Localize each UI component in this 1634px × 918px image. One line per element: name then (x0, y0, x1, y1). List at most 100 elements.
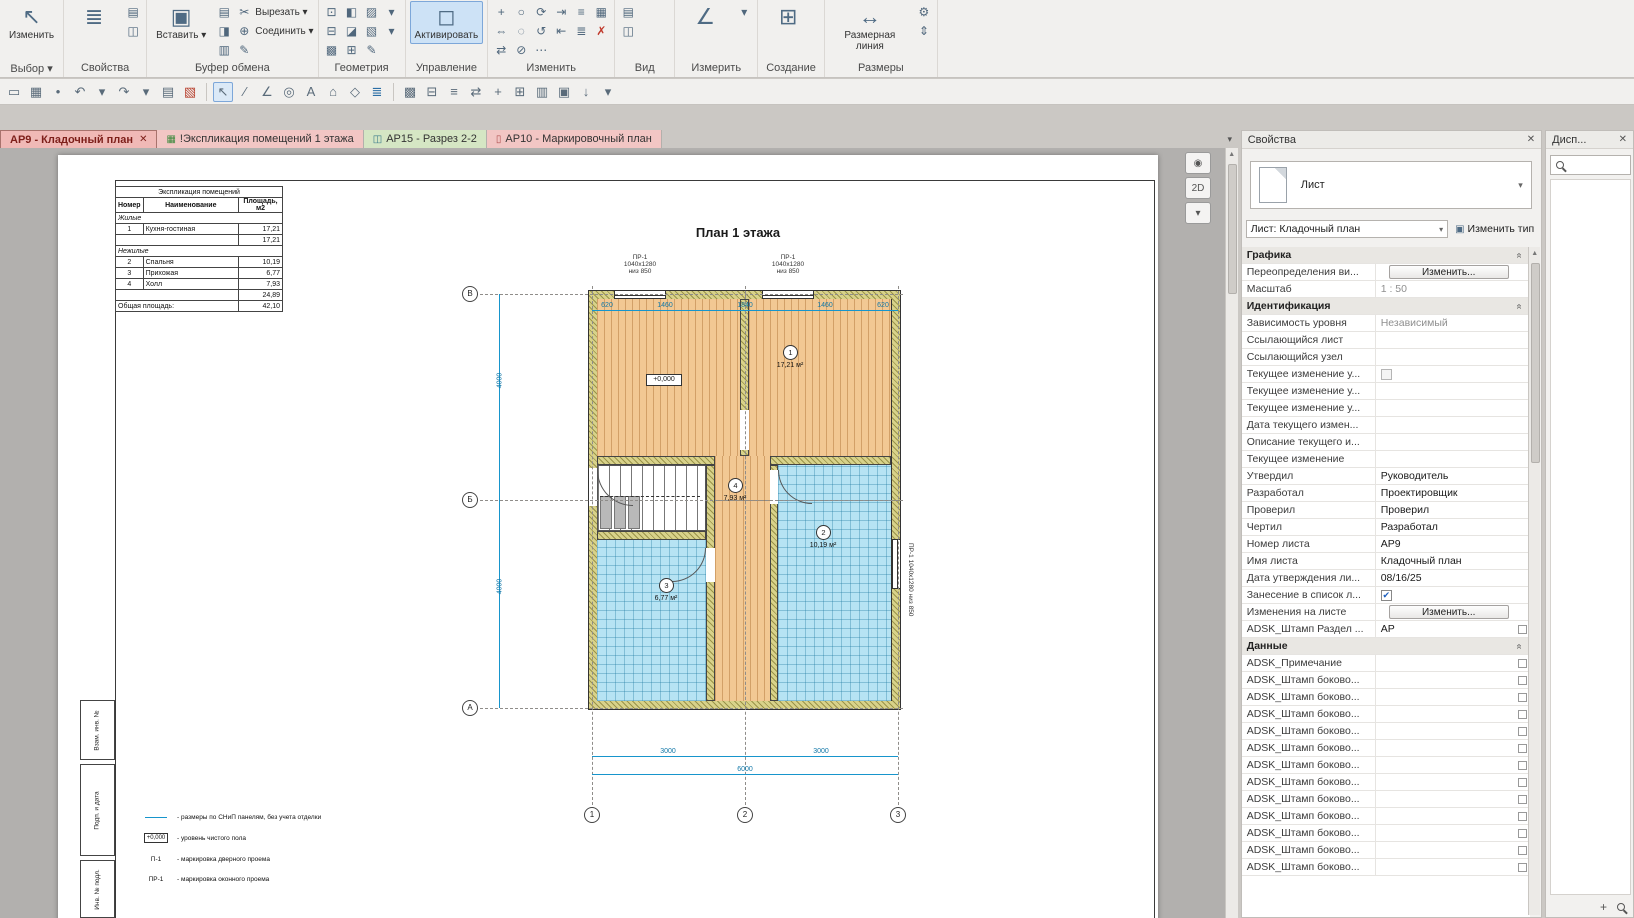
associate-parameter-button[interactable] (1518, 846, 1527, 855)
property-section[interactable]: Идентификация« (1242, 298, 1530, 315)
property-value[interactable]: Разработал (1376, 519, 1530, 535)
mirror-icon[interactable]: ⇄ (466, 82, 486, 102)
property-value[interactable]: Изменить... (1376, 604, 1530, 620)
property-value[interactable]: 08/16/25 (1376, 570, 1530, 586)
property-value[interactable] (1376, 655, 1518, 671)
print-icon[interactable]: ▤ (158, 82, 178, 102)
associate-parameter-button[interactable] (1518, 829, 1527, 838)
associate-parameter-button[interactable] (1518, 625, 1527, 634)
chevron-down-icon[interactable]: ▾ (1439, 225, 1443, 234)
ribbon-tool-icon[interactable]: ⊞ (343, 42, 361, 59)
associate-parameter-button[interactable] (1518, 795, 1527, 804)
switch-windows-icon[interactable]: ⊟ (422, 82, 442, 102)
browser-close-icon[interactable]: ✕ (1619, 134, 1627, 145)
dimension-icon[interactable]: ∠ (257, 82, 277, 102)
property-section[interactable]: Графика« (1242, 247, 1530, 264)
open-file-icon[interactable]: ▭ (4, 82, 24, 102)
ribbon-tool-icon[interactable]: ↺ (532, 23, 550, 40)
chevron-down-icon[interactable]: ▾ (1518, 180, 1523, 191)
ribbon-tool-icon[interactable]: ▾ (735, 4, 753, 21)
property-value[interactable]: ✔ (1376, 587, 1530, 603)
steering-wheel-icon[interactable]: ◉ (1185, 152, 1211, 174)
associate-parameter-button[interactable] (1518, 693, 1527, 702)
associate-parameter-button[interactable] (1518, 778, 1527, 787)
text-icon[interactable]: A (301, 82, 321, 102)
property-value[interactable]: АР9 (1376, 536, 1530, 552)
close-hidden-windows-icon[interactable]: ▩ (400, 82, 420, 102)
ribbon-button[interactable]: ≣ (68, 1, 120, 33)
nav-expand-icon[interactable]: ▾ (1185, 202, 1211, 224)
tag-icon[interactable]: ◎ (279, 82, 299, 102)
transfer-icon[interactable]: ▧ (180, 82, 200, 102)
thin-lines-icon[interactable]: ≣ (367, 82, 387, 102)
toolbar-dropdown-icon[interactable]: ▾ (598, 82, 618, 102)
collapse-icon[interactable]: « (1513, 252, 1524, 258)
property-value[interactable] (1376, 706, 1518, 722)
down-arrow-icon[interactable]: ↓ (576, 82, 596, 102)
property-value[interactable] (1376, 808, 1518, 824)
property-value[interactable]: АР (1376, 621, 1518, 637)
property-value[interactable] (1376, 366, 1530, 382)
ribbon-tool-icon[interactable]: + (492, 4, 510, 21)
ribbon-tool-icon[interactable]: ◫ (619, 23, 637, 40)
default-3d-view-icon[interactable]: ⌂ (323, 82, 343, 102)
property-value[interactable]: Проверил (1376, 502, 1530, 518)
move-icon[interactable]: + (488, 82, 508, 102)
scroll-up-icon[interactable]: ▲ (1529, 247, 1540, 260)
ribbon-tool-icon[interactable]: ⇕ (915, 23, 933, 40)
ribbon-tool-icon[interactable]: ◌ (512, 23, 530, 40)
associate-parameter-button[interactable] (1518, 761, 1527, 770)
redo-icon[interactable]: ↷ (114, 82, 134, 102)
view-tab-3[interactable]: ▯АР10 - Маркировочный план (487, 130, 662, 148)
undo-dropdown-icon[interactable]: ▾ (92, 82, 112, 102)
ribbon-tool-icon[interactable]: ◫ (124, 23, 142, 40)
property-value[interactable]: 1 : 50 (1376, 281, 1530, 297)
property-value[interactable]: Проектировщик (1376, 485, 1530, 501)
ribbon-tool-icon[interactable]: ▨ (363, 4, 381, 21)
zoom-search-icon[interactable] (1617, 903, 1625, 911)
redo-dropdown-icon[interactable]: ▾ (136, 82, 156, 102)
ribbon-tool-icon[interactable]: ⇔ (492, 23, 510, 40)
measure-icon[interactable]: ∕ (235, 82, 255, 102)
tab-close-icon[interactable]: ✕ (139, 134, 147, 145)
ribbon-tool-icon[interactable]: ⟳ (532, 4, 550, 21)
ribbon-button[interactable]: ↔Размерная линия (829, 1, 911, 55)
property-checkbox[interactable]: ✔ (1381, 590, 1392, 601)
canvas-scrollbar[interactable]: ▲ (1225, 148, 1238, 918)
property-value[interactable] (1376, 383, 1530, 399)
associate-parameter-button[interactable] (1518, 710, 1527, 719)
property-value[interactable] (1376, 332, 1530, 348)
property-value[interactable]: Изменить... (1376, 264, 1530, 280)
ribbon-tool-icon[interactable]: ≣ (572, 23, 590, 40)
associate-parameter-button[interactable] (1518, 727, 1527, 736)
grid-icon[interactable]: ⊞ (510, 82, 530, 102)
sheet-list-icon[interactable]: ▣ (554, 82, 574, 102)
associate-parameter-button[interactable] (1518, 659, 1527, 668)
property-value[interactable]: Кладочный план (1376, 553, 1530, 569)
canvas-scroll-thumb[interactable] (1228, 164, 1237, 294)
associate-parameter-button[interactable] (1518, 863, 1527, 872)
drawing-canvas[interactable]: План 1 этажа Экспликация помещенийНомерН… (0, 148, 1238, 918)
columns-icon[interactable]: ▥ (532, 82, 552, 102)
property-value[interactable] (1376, 825, 1518, 841)
ribbon-button[interactable]: ▣Вставить ▾ (151, 1, 211, 44)
property-section[interactable]: Данные« (1242, 638, 1530, 655)
property-value[interactable] (1376, 723, 1518, 739)
ribbon-tool-icon[interactable]: ◧ (343, 4, 361, 21)
ribbon-button[interactable]: ∠ (679, 1, 731, 33)
property-value[interactable]: Руководитель (1376, 468, 1530, 484)
edit-type-button[interactable]: ▣ Изменить тип (1452, 223, 1537, 235)
ribbon-tool-icon[interactable]: ▩ (323, 42, 341, 59)
ribbon-tool-icon[interactable]: ▥ (215, 42, 233, 59)
ribbon-tool-icon[interactable]: ◪ (343, 23, 361, 40)
ribbon-tool-icon[interactable]: ⇥ (552, 4, 570, 21)
property-value[interactable] (1376, 791, 1518, 807)
browser-search-input[interactable] (1550, 155, 1631, 175)
property-value[interactable] (1376, 757, 1518, 773)
property-value[interactable]: Независимый (1376, 315, 1530, 331)
ribbon-tool-icon[interactable]: ⊟ (323, 23, 341, 40)
ribbon-tool-label[interactable]: Соединить ▾ (255, 26, 313, 37)
property-value[interactable] (1376, 740, 1518, 756)
dot-icon[interactable]: • (48, 82, 68, 102)
scroll-up-icon[interactable]: ▲ (1226, 148, 1238, 161)
